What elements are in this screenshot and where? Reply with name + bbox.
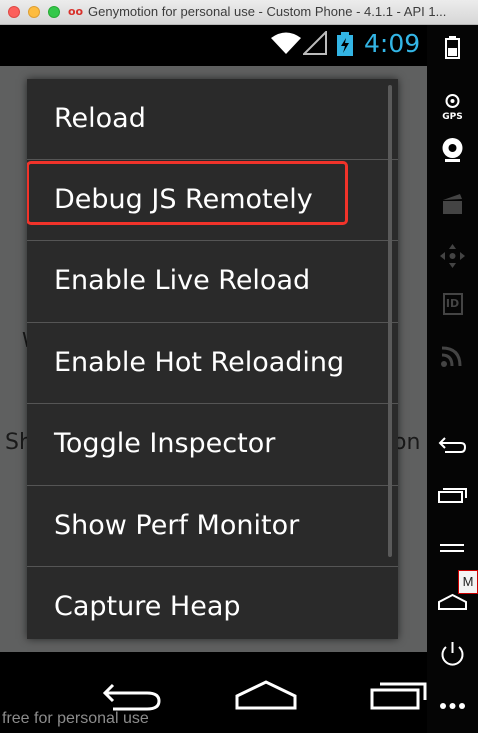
m-badge[interactable]: M — [458, 570, 478, 594]
recent-apps-icon[interactable] — [427, 487, 478, 503]
power-icon[interactable] — [427, 641, 478, 667]
dev-menu: Reload Debug JS Remotely Enable Live Rel… — [27, 79, 398, 639]
menu-item-label: Enable Live Reload — [54, 265, 311, 296]
menu-item-enable-hot-reloading[interactable]: Enable Hot Reloading — [27, 323, 398, 403]
id-icon[interactable]: ID — [427, 293, 478, 315]
gps-label: GPS — [442, 112, 463, 122]
signal-icon — [303, 31, 327, 55]
nav-recent-apps-icon[interactable] — [370, 680, 427, 710]
menu-item-label: Show Perf Monitor — [54, 510, 300, 541]
back-icon[interactable] — [427, 435, 478, 455]
menu-item-label: Toggle Inspector — [54, 428, 276, 459]
watermark-text: free for personal use — [2, 710, 149, 727]
menu-item-label: Reload — [54, 103, 146, 134]
battery-charging-icon — [337, 32, 353, 56]
genymotion-sidebar: GPS ID — [427, 25, 478, 733]
status-clock: 4:09 — [364, 29, 421, 58]
android-status-bar: 4:09 — [0, 25, 427, 66]
menu-item-label: Enable Hot Reloading — [54, 347, 345, 378]
rss-icon[interactable] — [427, 345, 478, 367]
menu-item-enable-live-reload[interactable]: Enable Live Reload — [27, 241, 398, 321]
close-window-button[interactable] — [8, 6, 20, 18]
home-icon[interactable] — [427, 593, 478, 611]
menu-item-show-perf-monitor[interactable]: Show Perf Monitor — [27, 486, 398, 566]
clapper-icon[interactable] — [427, 193, 478, 215]
nav-home-icon[interactable] — [235, 680, 297, 710]
highlight-outline — [27, 161, 348, 225]
menu-item-toggle-inspector[interactable]: Toggle Inspector — [27, 404, 398, 484]
nav-back-icon[interactable] — [103, 679, 161, 711]
menu-scrollbar[interactable] — [388, 85, 392, 557]
webcam-icon[interactable] — [427, 137, 478, 163]
window-title: Genymotion for personal use - Custom Pho… — [88, 4, 447, 19]
battery-icon[interactable] — [427, 35, 478, 59]
id-label: ID — [442, 293, 463, 315]
android-nav-bar: free for personal use — [0, 652, 427, 733]
genymotion-logo-icon: oo — [68, 5, 84, 18]
minimize-window-button[interactable] — [28, 6, 40, 18]
zoom-window-button[interactable] — [48, 6, 60, 18]
menu-item-capture-heap[interactable]: Capture Heap — [27, 567, 398, 639]
menu-icon[interactable] — [427, 543, 478, 555]
menu-item-label: Capture Heap — [54, 591, 241, 622]
more-icon[interactable] — [427, 701, 478, 711]
wifi-icon — [271, 32, 301, 54]
window-titlebar: oo Genymotion for personal use - Custom … — [0, 0, 478, 25]
menu-item-reload[interactable]: Reload — [27, 79, 398, 159]
move-icon[interactable] — [427, 243, 478, 269]
phone-screen: 4:09 W Sh on Reload Debug JS Remotely En… — [0, 25, 427, 733]
gps-icon[interactable]: GPS — [427, 93, 478, 122]
